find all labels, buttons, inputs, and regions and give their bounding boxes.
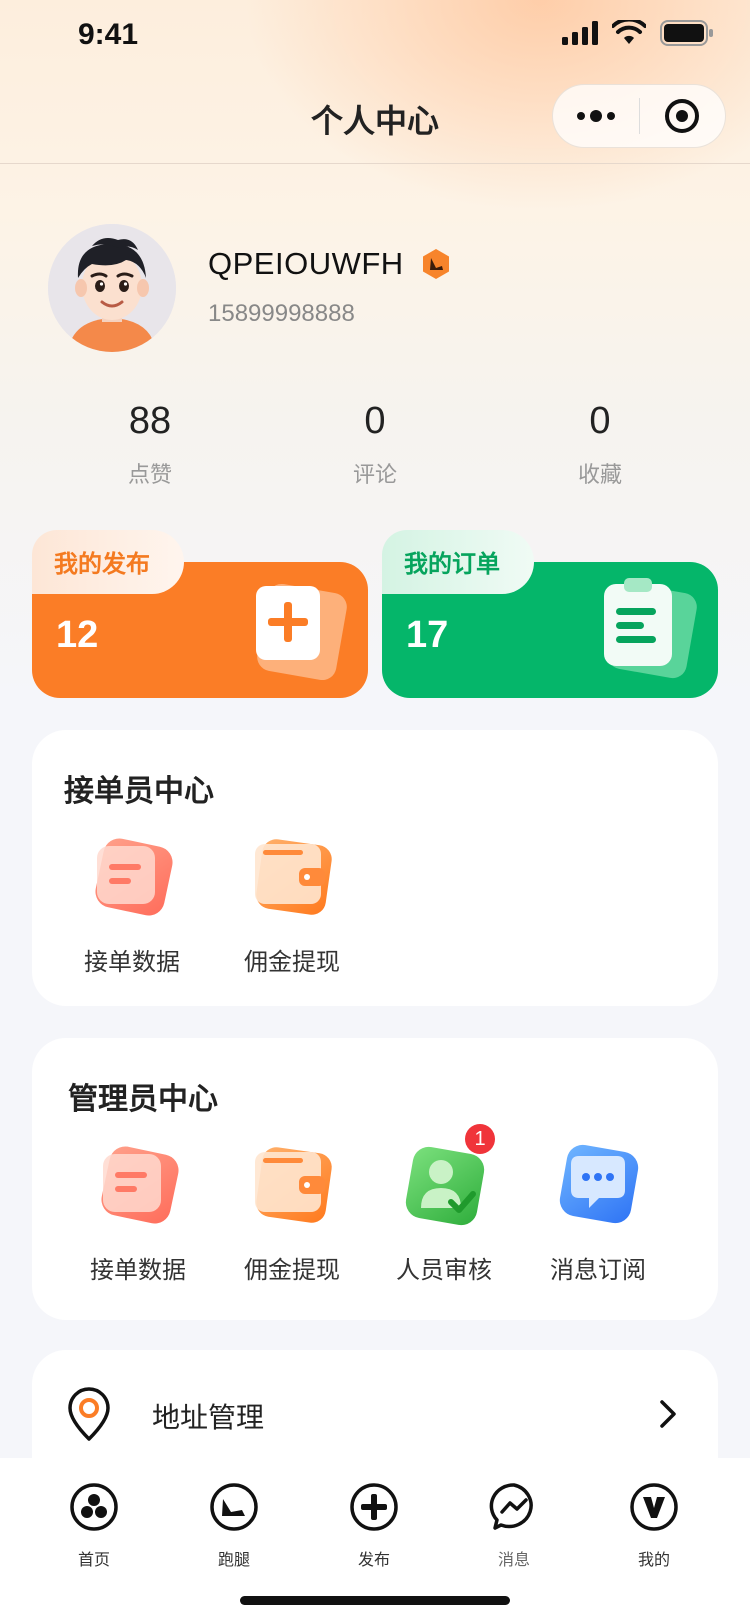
runner-order-data-label: 接单数据	[84, 948, 180, 976]
profile-v-icon	[630, 1483, 678, 1531]
tab-label: 跑腿	[217, 1550, 250, 1569]
notification-badge: 1	[465, 1124, 495, 1154]
shoe-icon	[210, 1483, 258, 1531]
tab-messages[interactable]: 消息	[464, 1482, 564, 1570]
document-icon	[89, 834, 175, 920]
runner-center-section: 接单员中心 接单数据 佣金提现	[32, 730, 718, 1006]
target-icon	[665, 99, 700, 133]
miniprogram-capsule	[552, 84, 726, 148]
status-icons	[562, 20, 714, 46]
stat-favorites[interactable]: 0 收藏	[500, 400, 700, 489]
stats-row: 88 点赞 0 评论 0 收藏	[0, 400, 750, 500]
battery-icon	[660, 20, 713, 46]
status-bar: 9:41	[0, 0, 750, 80]
my-orders-label: 我的订单	[382, 530, 534, 594]
admin-commission-withdraw[interactable]: 佣金提现	[222, 1142, 362, 1285]
stat-label: 收藏	[577, 463, 622, 488]
more-dots-icon	[576, 110, 615, 122]
close-miniprogram-button[interactable]	[640, 84, 726, 148]
admin-personnel-review-label: 人员审核	[396, 1256, 492, 1284]
wallet-icon	[249, 834, 335, 920]
stat-label: 评论	[352, 463, 397, 488]
admin-order-data[interactable]: 接单数据	[68, 1142, 208, 1285]
clipboard-icon	[604, 578, 697, 679]
chat-bubble-icon	[555, 1142, 641, 1228]
wallet-icon	[249, 1142, 335, 1228]
my-orders-count: 17	[406, 614, 449, 656]
my-publish-card[interactable]: 我的发布 12	[32, 530, 368, 698]
stat-likes[interactable]: 88 点赞	[50, 400, 250, 489]
address-management-label: 地址管理	[152, 1401, 265, 1434]
home-icon	[70, 1483, 118, 1531]
admin-message-subscription-label: 消息订阅	[550, 1256, 646, 1284]
username: QPEIOUWFH	[208, 246, 404, 281]
admin-commission-label: 佣金提现	[244, 1256, 340, 1284]
document-icon	[95, 1142, 181, 1228]
wifi-icon	[612, 20, 646, 44]
runner-center-title: 接单员中心	[64, 774, 214, 809]
stat-value: 0	[364, 400, 386, 442]
my-publish-label: 我的发布	[32, 530, 184, 594]
avatar-image	[48, 224, 176, 352]
profile-header: QPEIOUWFH 15899998888	[48, 224, 708, 354]
tab-errand[interactable]: 跑腿	[184, 1482, 284, 1570]
location-pin-icon	[68, 1387, 110, 1441]
stat-value: 88	[128, 400, 172, 442]
runner-commission-withdraw[interactable]: 佣金提现	[222, 834, 362, 977]
tab-label: 首页	[77, 1550, 110, 1569]
admin-order-data-label: 接单数据	[90, 1256, 186, 1284]
stat-value: 0	[589, 400, 611, 442]
person-check-icon: 1	[401, 1124, 495, 1228]
signal-icon	[562, 21, 598, 45]
stat-comments[interactable]: 0 评论	[275, 400, 475, 489]
home-indicator	[240, 1596, 510, 1605]
more-button[interactable]	[553, 84, 639, 148]
tab-label: 我的	[637, 1550, 670, 1569]
messenger-icon	[489, 1483, 533, 1530]
tab-label: 发布	[357, 1550, 390, 1569]
runner-commission-label: 佣金提现	[244, 948, 340, 976]
admin-message-subscription[interactable]: 消息订阅	[528, 1142, 668, 1285]
phone-number: 15899998888	[208, 300, 355, 327]
tab-publish[interactable]: 发布	[324, 1482, 424, 1570]
my-publish-count: 12	[56, 614, 99, 656]
stat-label: 点赞	[127, 463, 172, 488]
vip-badge-icon	[423, 249, 449, 279]
chevron-right-icon	[660, 1400, 676, 1428]
status-time: 9:41	[78, 18, 139, 51]
my-orders-card[interactable]: 我的订单 17	[382, 530, 718, 698]
tab-label: 消息	[497, 1550, 530, 1569]
runner-order-data[interactable]: 接单数据	[62, 834, 202, 977]
admin-center-section: 管理员中心 接单数据 佣金提现 1 人员审核 消息订阅	[32, 1038, 718, 1320]
admin-center-title: 管理员中心	[68, 1082, 218, 1117]
tab-home[interactable]: 首页	[44, 1482, 144, 1570]
navigation-bar: 个人中心	[0, 80, 750, 164]
plus-circle-icon	[350, 1483, 398, 1531]
add-document-icon	[256, 583, 347, 681]
tab-mine[interactable]: 我的	[604, 1482, 704, 1570]
admin-personnel-review[interactable]: 1 人员审核	[374, 1124, 514, 1285]
avatar[interactable]	[48, 224, 176, 352]
